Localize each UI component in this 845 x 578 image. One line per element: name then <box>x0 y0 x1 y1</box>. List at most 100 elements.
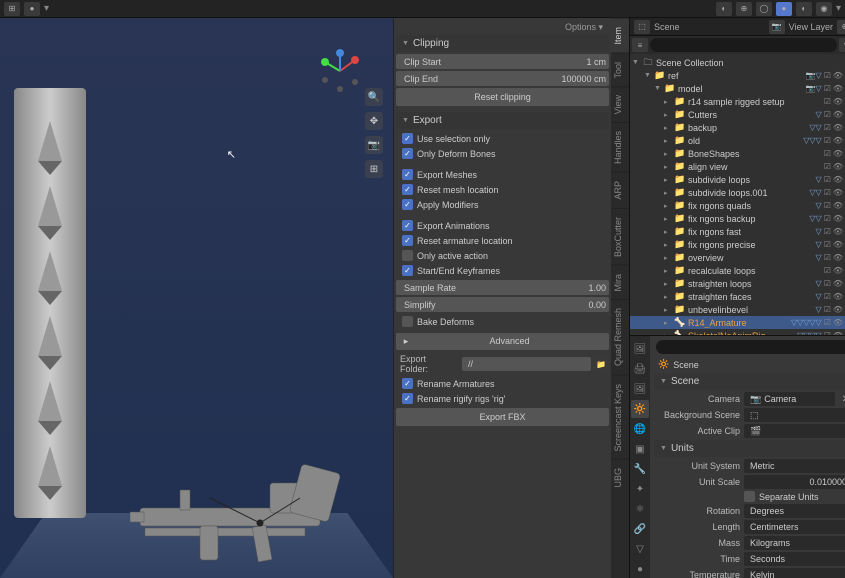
tree-row[interactable]: ▸📁fix ngons fast▽☑ 👁 📷 <box>630 225 845 238</box>
export-header[interactable]: Export <box>396 112 609 129</box>
rename-rigify-checkbox[interactable]: ✓ <box>402 393 413 404</box>
n-tab-view[interactable]: View <box>611 86 629 122</box>
zoom-icon[interactable]: 🔍 <box>365 88 383 106</box>
temp-dropdown[interactable]: Kelvin <box>744 568 845 578</box>
props-search-input[interactable] <box>656 340 845 354</box>
nav-gizmo[interactable] <box>317 48 363 94</box>
n-tab-arp[interactable]: ARP <box>611 172 629 208</box>
viewlayer-tab-icon[interactable]: 🖼 <box>631 380 649 398</box>
tree-row[interactable]: ▸📁subdivide loops.001▽▽☑ 👁 📷 <box>630 186 845 199</box>
export-anims-checkbox[interactable]: ✓ <box>402 220 413 231</box>
exclude-icon[interactable]: ☑ <box>824 175 831 184</box>
sample-rate-field[interactable]: Sample Rate 1.00 <box>396 280 609 295</box>
unit-system-dropdown[interactable]: Metric <box>744 459 845 473</box>
n-tab-quad-remesh[interactable]: Quad Remesh <box>611 299 629 374</box>
tree-row[interactable]: ▸📁Cutters▽☑ 👁 📷 <box>630 108 845 121</box>
visibility-icon[interactable]: 👁 <box>833 227 843 236</box>
visibility-icon[interactable]: 👁 <box>833 318 843 327</box>
tree-row[interactable]: ▼📁ref📷▽☑ 👁 📷 <box>630 69 845 82</box>
visibility-icon[interactable]: 👁 <box>833 292 843 301</box>
exclude-icon[interactable]: ☑ <box>824 110 831 119</box>
exclude-icon[interactable]: ☑ <box>824 149 831 158</box>
rotation-dropdown[interactable]: Degrees <box>744 504 845 518</box>
bg-scene-dropdown[interactable]: ⬚ <box>744 408 845 422</box>
bake-deforms-checkbox[interactable]: ✓ <box>402 316 413 327</box>
tree-row[interactable]: ▸📁recalculate loops☑ 👁 📷 <box>630 264 845 277</box>
tree-row[interactable]: ▸📁fix ngons precise▽☑ 👁 📷 <box>630 238 845 251</box>
visibility-icon[interactable]: 👁 <box>833 162 843 171</box>
outliner-mode-icon[interactable]: ≡ <box>632 38 648 52</box>
gizmo-icon[interactable]: ⊕ <box>736 2 752 16</box>
visibility-icon[interactable]: 👁 <box>833 188 843 197</box>
export-meshes-checkbox[interactable]: ✓ <box>402 169 413 180</box>
shading-solid-icon[interactable]: ● <box>776 2 792 16</box>
exclude-icon[interactable]: ☑ <box>824 123 831 132</box>
exclude-icon[interactable]: ☑ <box>824 136 831 145</box>
exclude-icon[interactable]: ☑ <box>824 71 831 80</box>
clear-camera-icon[interactable]: ✕ <box>839 394 845 405</box>
clipping-header[interactable]: Clipping <box>396 35 609 52</box>
export-fbx-button[interactable]: Export FBX <box>396 408 609 426</box>
exclude-icon[interactable]: ☑ <box>824 253 831 262</box>
move-view-icon[interactable]: ✥ <box>365 112 383 130</box>
scene-tab-icon[interactable]: 🔆 <box>631 400 649 418</box>
camera-view-icon[interactable]: 📷 <box>365 136 383 154</box>
tree-row[interactable]: ▸📁BoneShapes☑ 👁 📷 <box>630 147 845 160</box>
active-clip-dropdown[interactable]: 🎬 <box>744 424 845 438</box>
n-tab-boxcutter[interactable]: BoxCutter <box>611 208 629 265</box>
visibility-icon[interactable]: 👁 <box>833 240 843 249</box>
outliner-search-input[interactable] <box>650 38 837 52</box>
exclude-icon[interactable]: ☑ <box>824 227 831 236</box>
world-tab-icon[interactable]: 🌐 <box>631 420 649 438</box>
perspective-icon[interactable]: ⊞ <box>365 160 383 178</box>
overlay-icon[interactable]: ◐ <box>716 2 732 16</box>
tree-row[interactable]: ▸📁r14 sample rigged setup☑ 👁 📷 <box>630 95 845 108</box>
length-dropdown[interactable]: Centimeters <box>744 520 845 534</box>
scene-icon[interactable]: ⬚ <box>634 20 650 34</box>
visibility-icon[interactable]: 👁 <box>833 266 843 275</box>
clip-end-field[interactable]: Clip End 100000 cm <box>396 71 609 86</box>
exclude-icon[interactable]: ☑ <box>824 279 831 288</box>
physics-tab-icon[interactable]: ⚛ <box>631 500 649 518</box>
exclude-icon[interactable]: ☑ <box>824 305 831 314</box>
mode-icon[interactable]: ● <box>24 2 40 16</box>
n-tab-handles[interactable]: Handles <box>611 122 629 172</box>
time-dropdown[interactable]: Seconds <box>744 552 845 566</box>
tree-row[interactable]: ▸🦴SkeletalNoAnimRig▽▽▽▽☑ 👁 📷 <box>630 329 845 336</box>
tree-row[interactable]: ▸📁fix ngons quads▽☑ 👁 📷 <box>630 199 845 212</box>
simplify-field[interactable]: Simplify 0.00 <box>396 297 609 312</box>
unit-scale-field[interactable]: 0.010000 <box>744 475 845 489</box>
visibility-icon[interactable]: 👁 <box>833 175 843 184</box>
n-tab-item[interactable]: Item <box>611 18 629 53</box>
tree-row[interactable]: ▸📁fix ngons backup▽▽☑ 👁 📷 <box>630 212 845 225</box>
tree-row[interactable]: ▸📁old▽▽▽☑ 👁 📷 <box>630 134 845 147</box>
visibility-icon[interactable]: 👁 <box>833 84 843 93</box>
3d-viewport[interactable]: 🔍 ✥ 📷 ⊞ ↖ <box>0 18 393 578</box>
tree-row[interactable]: ▸🦴R14_Armature▽▽▽▽▽☑ 👁 📷 <box>630 316 845 329</box>
apply-modifiers-checkbox[interactable]: ✓ <box>402 199 413 210</box>
exclude-icon[interactable]: ☑ <box>824 214 831 223</box>
scene-panel-header[interactable]: Scene <box>654 373 845 390</box>
editor-type-icon[interactable]: ⊞ <box>4 2 20 16</box>
data-tab-icon[interactable]: ▽ <box>631 540 649 558</box>
only-active-checkbox[interactable]: ✓ <box>402 250 413 261</box>
visibility-icon[interactable]: 👁 <box>833 97 843 106</box>
exclude-icon[interactable]: ☑ <box>824 188 831 197</box>
deform-bones-checkbox[interactable]: ✓ <box>402 148 413 159</box>
visibility-icon[interactable]: 👁 <box>833 214 843 223</box>
exclude-icon[interactable]: ☑ <box>824 162 831 171</box>
constraint-tab-icon[interactable]: 🔗 <box>631 520 649 538</box>
tree-row[interactable]: ▸📁straighten loops▽☑ 👁 📷 <box>630 277 845 290</box>
visibility-icon[interactable]: 👁 <box>833 279 843 288</box>
tree-row[interactable]: ▸📁backup▽▽☑ 👁 📷 <box>630 121 845 134</box>
particle-tab-icon[interactable]: ✦ <box>631 480 649 498</box>
n-tab-ubg[interactable]: UBG <box>611 459 629 496</box>
visibility-icon[interactable]: 👁 <box>833 123 843 132</box>
new-icon[interactable]: ⊕ <box>837 20 845 34</box>
tree-row[interactable]: ▸📁align view☑ 👁 📷 <box>630 160 845 173</box>
shading-matcap-icon[interactable]: ◐ <box>796 2 812 16</box>
n-tab-mira[interactable]: Mira <box>611 265 629 300</box>
mass-dropdown[interactable]: Kilograms <box>744 536 845 550</box>
visibility-icon[interactable]: 👁 <box>833 253 843 262</box>
render-tab-icon[interactable]: 🖼 <box>631 340 649 358</box>
